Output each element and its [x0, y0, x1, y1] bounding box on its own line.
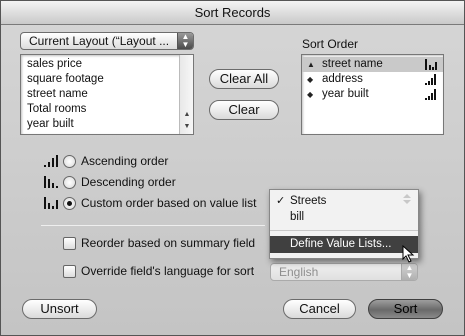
menu-item-label: Define Value Lists...	[290, 238, 392, 250]
ascending-label[interactable]: Ascending order	[81, 154, 168, 168]
sort-button[interactable]: Sort	[368, 299, 443, 319]
custom-order-radio[interactable]	[63, 197, 76, 210]
language-popup[interactable]: English ▲ ▼	[270, 263, 418, 281]
field-list[interactable]: sales price square footage street name T…	[20, 54, 194, 135]
ascending-order-icon	[44, 155, 58, 167]
sort-records-dialog: Sort Records Current Layout (“Layout ...…	[0, 0, 465, 336]
layout-popup[interactable]: Current Layout (“Layout ... ▲ ▼	[20, 32, 194, 50]
custom-order-icon	[425, 59, 437, 70]
popup-arrows-icon: ▲ ▼	[177, 33, 193, 49]
popup-arrows-icon	[403, 194, 411, 204]
sort-order-list[interactable]: ▲ street name ◆ address ◆ year built	[301, 54, 444, 135]
clear-button[interactable]: Clear	[209, 100, 279, 120]
language-popup-value: English	[279, 265, 319, 279]
sort-row-address[interactable]: ◆ address	[302, 72, 443, 87]
custom-order-label[interactable]: Custom order based on value list	[81, 196, 256, 210]
descending-label[interactable]: Descending order	[81, 175, 176, 189]
value-list-menu[interactable]: ✓ Streets bill Define Value Lists...	[269, 189, 419, 259]
sort-row-label: year built	[322, 88, 369, 100]
reorder-summary-checkbox[interactable]	[63, 237, 76, 250]
ascending-radio[interactable]	[63, 155, 76, 168]
list-item[interactable]: street name	[21, 87, 193, 102]
ascending-order-icon	[425, 74, 436, 85]
menu-separator	[270, 230, 418, 231]
checkmark-icon: ✓	[276, 195, 286, 207]
list-item[interactable]: Total rooms	[21, 102, 193, 117]
sort-row-label: address	[322, 73, 363, 85]
override-language-label[interactable]: Override field's language for sort	[81, 264, 254, 278]
menu-item-label: Streets	[290, 195, 327, 207]
popup-arrows-icon: ▲ ▼	[401, 264, 417, 280]
scroll-down-icon[interactable]: ▼	[181, 122, 193, 132]
drag-handle-icon[interactable]: ◆	[307, 87, 313, 102]
cancel-button[interactable]: Cancel	[283, 299, 356, 319]
sort-row-label: street name	[322, 58, 383, 70]
descending-order-icon	[44, 176, 58, 188]
drag-handle-icon[interactable]: ▲	[307, 57, 315, 72]
window-title: Sort Records	[1, 1, 464, 25]
menu-item-streets[interactable]: ✓ Streets	[270, 193, 418, 210]
sort-row-year-built[interactable]: ◆ year built	[302, 87, 443, 102]
sort-row-street-name[interactable]: ▲ street name	[302, 57, 443, 72]
unsort-button[interactable]: Unsort	[22, 299, 97, 319]
menu-item-bill[interactable]: bill	[270, 209, 418, 226]
layout-popup-value: Current Layout (“Layout ...	[29, 34, 170, 48]
ascending-order-icon	[425, 89, 436, 100]
descending-radio[interactable]	[63, 176, 76, 189]
list-item[interactable]: square footage	[21, 72, 193, 87]
menu-item-define-value-lists[interactable]: Define Value Lists...	[270, 236, 418, 253]
reorder-summary-label[interactable]: Reorder based on summary field	[81, 236, 255, 250]
scroll-up-icon[interactable]: ▲	[181, 110, 193, 120]
sort-order-heading: Sort Order	[302, 37, 359, 51]
clear-all-button[interactable]: Clear All	[209, 69, 279, 89]
drag-handle-icon[interactable]: ◆	[307, 72, 313, 87]
override-language-checkbox[interactable]	[63, 265, 76, 278]
custom-order-icon	[44, 197, 58, 209]
field-list-scrollbar[interactable]: ▲ ▼	[179, 55, 193, 134]
menu-item-label: bill	[290, 211, 305, 223]
list-item[interactable]: sales price	[21, 57, 193, 72]
pointer-cursor-icon	[402, 245, 415, 263]
list-item[interactable]: year built	[21, 117, 193, 132]
divider	[41, 225, 265, 226]
